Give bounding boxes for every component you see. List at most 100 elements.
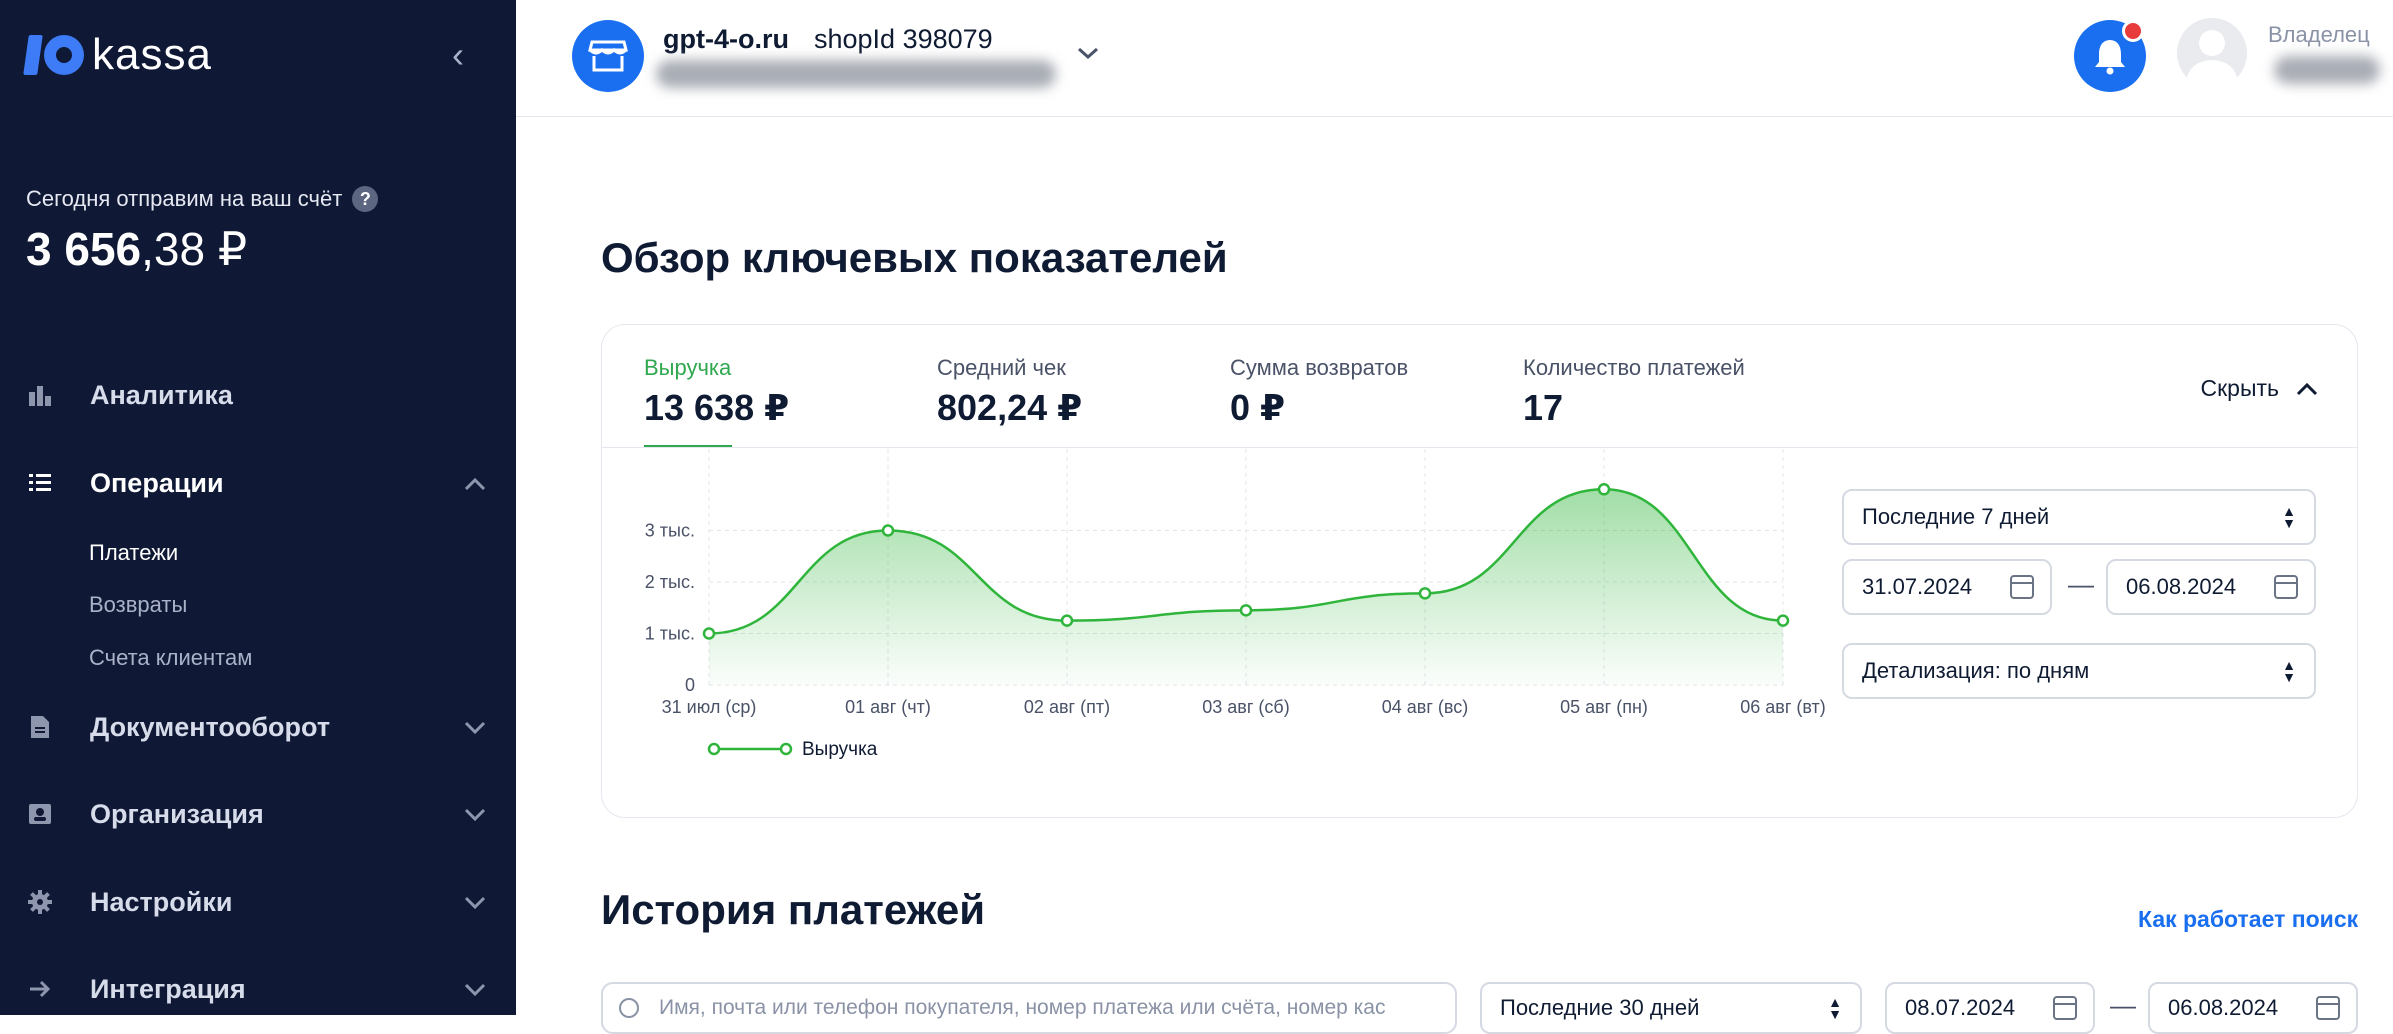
sidebar-item-organization[interactable]: Организация <box>26 799 486 830</box>
hide-button[interactable]: Скрыть <box>2200 373 2319 404</box>
store-icon[interactable] <box>572 20 644 92</box>
how-search-works-link[interactable]: Как работает поиск <box>2138 906 2358 933</box>
detail-select-value: Детализация: по дням <box>1862 658 2090 683</box>
calendar-icon <box>2010 575 2034 599</box>
history-date-from-input[interactable]: 08.07.2024 <box>1885 982 2095 1034</box>
store-name[interactable]: gpt-4-o.ru <box>663 24 789 55</box>
payout-amount: 3 656,38 ₽ <box>26 222 247 276</box>
chevron-down-icon <box>464 889 486 917</box>
sidebar-subitem-payments[interactable]: Платежи <box>89 540 178 566</box>
payout-label: Сегодня отправим на ваш счёт ? <box>26 186 379 212</box>
user-role: Владелец <box>2268 22 2370 47</box>
history-date-from-value: 08.07.2024 <box>1905 995 2016 1020</box>
sort-arrows-icon: ▲ ▼ <box>2282 657 2296 685</box>
data-point <box>1239 604 1253 617</box>
avatar[interactable] <box>2177 18 2247 88</box>
logo-text: kassa <box>92 30 212 79</box>
sort-arrows-icon: ▲ ▼ <box>2282 503 2296 531</box>
chevron-up-icon <box>2295 373 2319 404</box>
y-tick-label: 3 тыс. <box>645 521 695 541</box>
payout-amount-int: 3 656 <box>26 223 142 275</box>
sidebar-item-operations[interactable]: Операции <box>26 468 486 499</box>
sidebar-item-analytics[interactable]: Аналитика <box>26 380 486 411</box>
sidebar-subitem-refunds[interactable]: Возвраты <box>89 592 187 618</box>
overview-card: Выручка 13 638 ₽ Средний чек 802,24 ₽ Су… <box>601 324 2358 818</box>
detail-select[interactable]: Детализация: по дням ▲ ▼ <box>1842 643 2316 699</box>
help-icon[interactable]: ? <box>352 186 379 212</box>
redacted-user-name <box>2274 56 2380 84</box>
y-tick-label: 0 <box>685 675 695 695</box>
data-point <box>702 627 716 640</box>
data-point <box>1776 614 1790 627</box>
sidebar: kassa ‹ Сегодня отправим на ваш счёт ? 3… <box>0 0 516 1015</box>
divider <box>602 447 2357 448</box>
metric-value: 17 <box>1523 387 1564 428</box>
period-select[interactable]: Последние 7 дней ▲ ▼ <box>1842 489 2316 545</box>
sort-arrows-icon: ▲ ▼ <box>1828 994 1842 1022</box>
id-card-icon <box>26 801 54 829</box>
sidebar-item-documents[interactable]: Документооборот <box>26 712 486 743</box>
search-input[interactable]: Имя, почта или телефон покупателя, номер… <box>601 982 1457 1034</box>
redacted-shop-details <box>656 60 1056 88</box>
date-from-value: 31.07.2024 <box>1862 574 1973 599</box>
history-date-to-value: 06.08.2024 <box>2168 995 2279 1020</box>
payout-label-text: Сегодня отправим на ваш счёт <box>26 186 343 211</box>
logo-mark-icon <box>23 35 84 75</box>
metric-label: Количество платежей <box>1523 355 1745 380</box>
list-icon <box>26 470 54 498</box>
history-date-range-dash: — <box>2110 990 2136 1020</box>
sidebar-item-settings[interactable]: Настройки <box>26 887 486 918</box>
x-tick-label: 02 авг (пт) <box>1024 697 1110 717</box>
metric-average-check[interactable]: Средний чек 802,24 ₽ <box>937 355 1082 429</box>
date-from-input[interactable]: 31.07.2024 <box>1842 559 2052 615</box>
sidebar-item-label: Интеграция <box>90 974 246 1004</box>
sidebar-item-label: Документооборот <box>90 712 331 742</box>
metric-label: Сумма возвратов <box>1230 355 1409 380</box>
calendar-icon <box>2316 996 2340 1020</box>
x-tick-label: 06 авг (вт) <box>1740 697 1826 717</box>
metric-payments-count[interactable]: Количество платежей 17 <box>1523 355 1745 429</box>
history-period-select[interactable]: Последние 30 дней ▲ ▼ <box>1480 982 1862 1034</box>
notifications-bell-icon[interactable] <box>2074 20 2146 92</box>
period-select-value: Последние 7 дней <box>1862 504 2050 529</box>
x-tick-label: 04 авг (вс) <box>1382 697 1469 717</box>
x-tick-label: 05 авг (пн) <box>1560 697 1648 717</box>
gear-icon <box>26 889 54 917</box>
metric-value: 802,24 ₽ <box>937 387 1083 428</box>
search-placeholder: Имя, почта или телефон покупателя, номер… <box>659 996 1386 1019</box>
chevron-down-icon <box>464 801 486 829</box>
legend-marker <box>779 742 793 756</box>
metric-value: 0 ₽ <box>1230 387 1286 428</box>
legend-label: Выручка <box>802 739 878 760</box>
calendar-icon <box>2274 575 2298 599</box>
data-point <box>1418 587 1432 600</box>
bar-chart-icon <box>26 382 54 410</box>
x-tick-label: 01 авг (чт) <box>845 697 931 717</box>
date-range-dash: — <box>2068 569 2094 599</box>
logo[interactable]: kassa <box>23 30 212 80</box>
collapse-sidebar-icon[interactable]: ‹ <box>452 34 464 76</box>
payout-amount-frac: ,38 ₽ <box>141 223 248 275</box>
legend-marker <box>707 742 721 756</box>
history-date-to-input[interactable]: 06.08.2024 <box>2148 982 2358 1034</box>
notification-dot <box>2122 20 2144 42</box>
sidebar-subitem-invoices[interactable]: Счета клиентам <box>89 645 252 671</box>
sidebar-item-label: Операции <box>90 468 224 498</box>
shop-id: shopId 398079 <box>814 24 993 54</box>
history-title: История платежей <box>601 886 986 933</box>
sidebar-item-integration[interactable]: Интеграция <box>26 974 486 1005</box>
chevron-down-icon <box>464 714 486 742</box>
metric-refunds[interactable]: Сумма возвратов 0 ₽ <box>1230 355 1408 429</box>
chevron-down-icon <box>464 976 486 1004</box>
calendar-icon <box>2053 996 2077 1020</box>
y-tick-label: 1 тыс. <box>645 624 695 644</box>
date-to-input[interactable]: 06.08.2024 <box>2106 559 2316 615</box>
sidebar-item-label: Организация <box>90 799 264 829</box>
topbar: gpt-4-o.ru shopId 398079 Владелец <box>516 0 2393 117</box>
metric-revenue[interactable]: Выручка 13 638 ₽ <box>644 355 789 429</box>
metric-label: Средний чек <box>937 355 1066 380</box>
x-tick-label: 03 авг (сб) <box>1202 697 1289 717</box>
history-period-value: Последние 30 дней <box>1500 995 1700 1020</box>
chevron-down-icon[interactable] <box>1076 36 1100 68</box>
data-point <box>1060 614 1074 627</box>
